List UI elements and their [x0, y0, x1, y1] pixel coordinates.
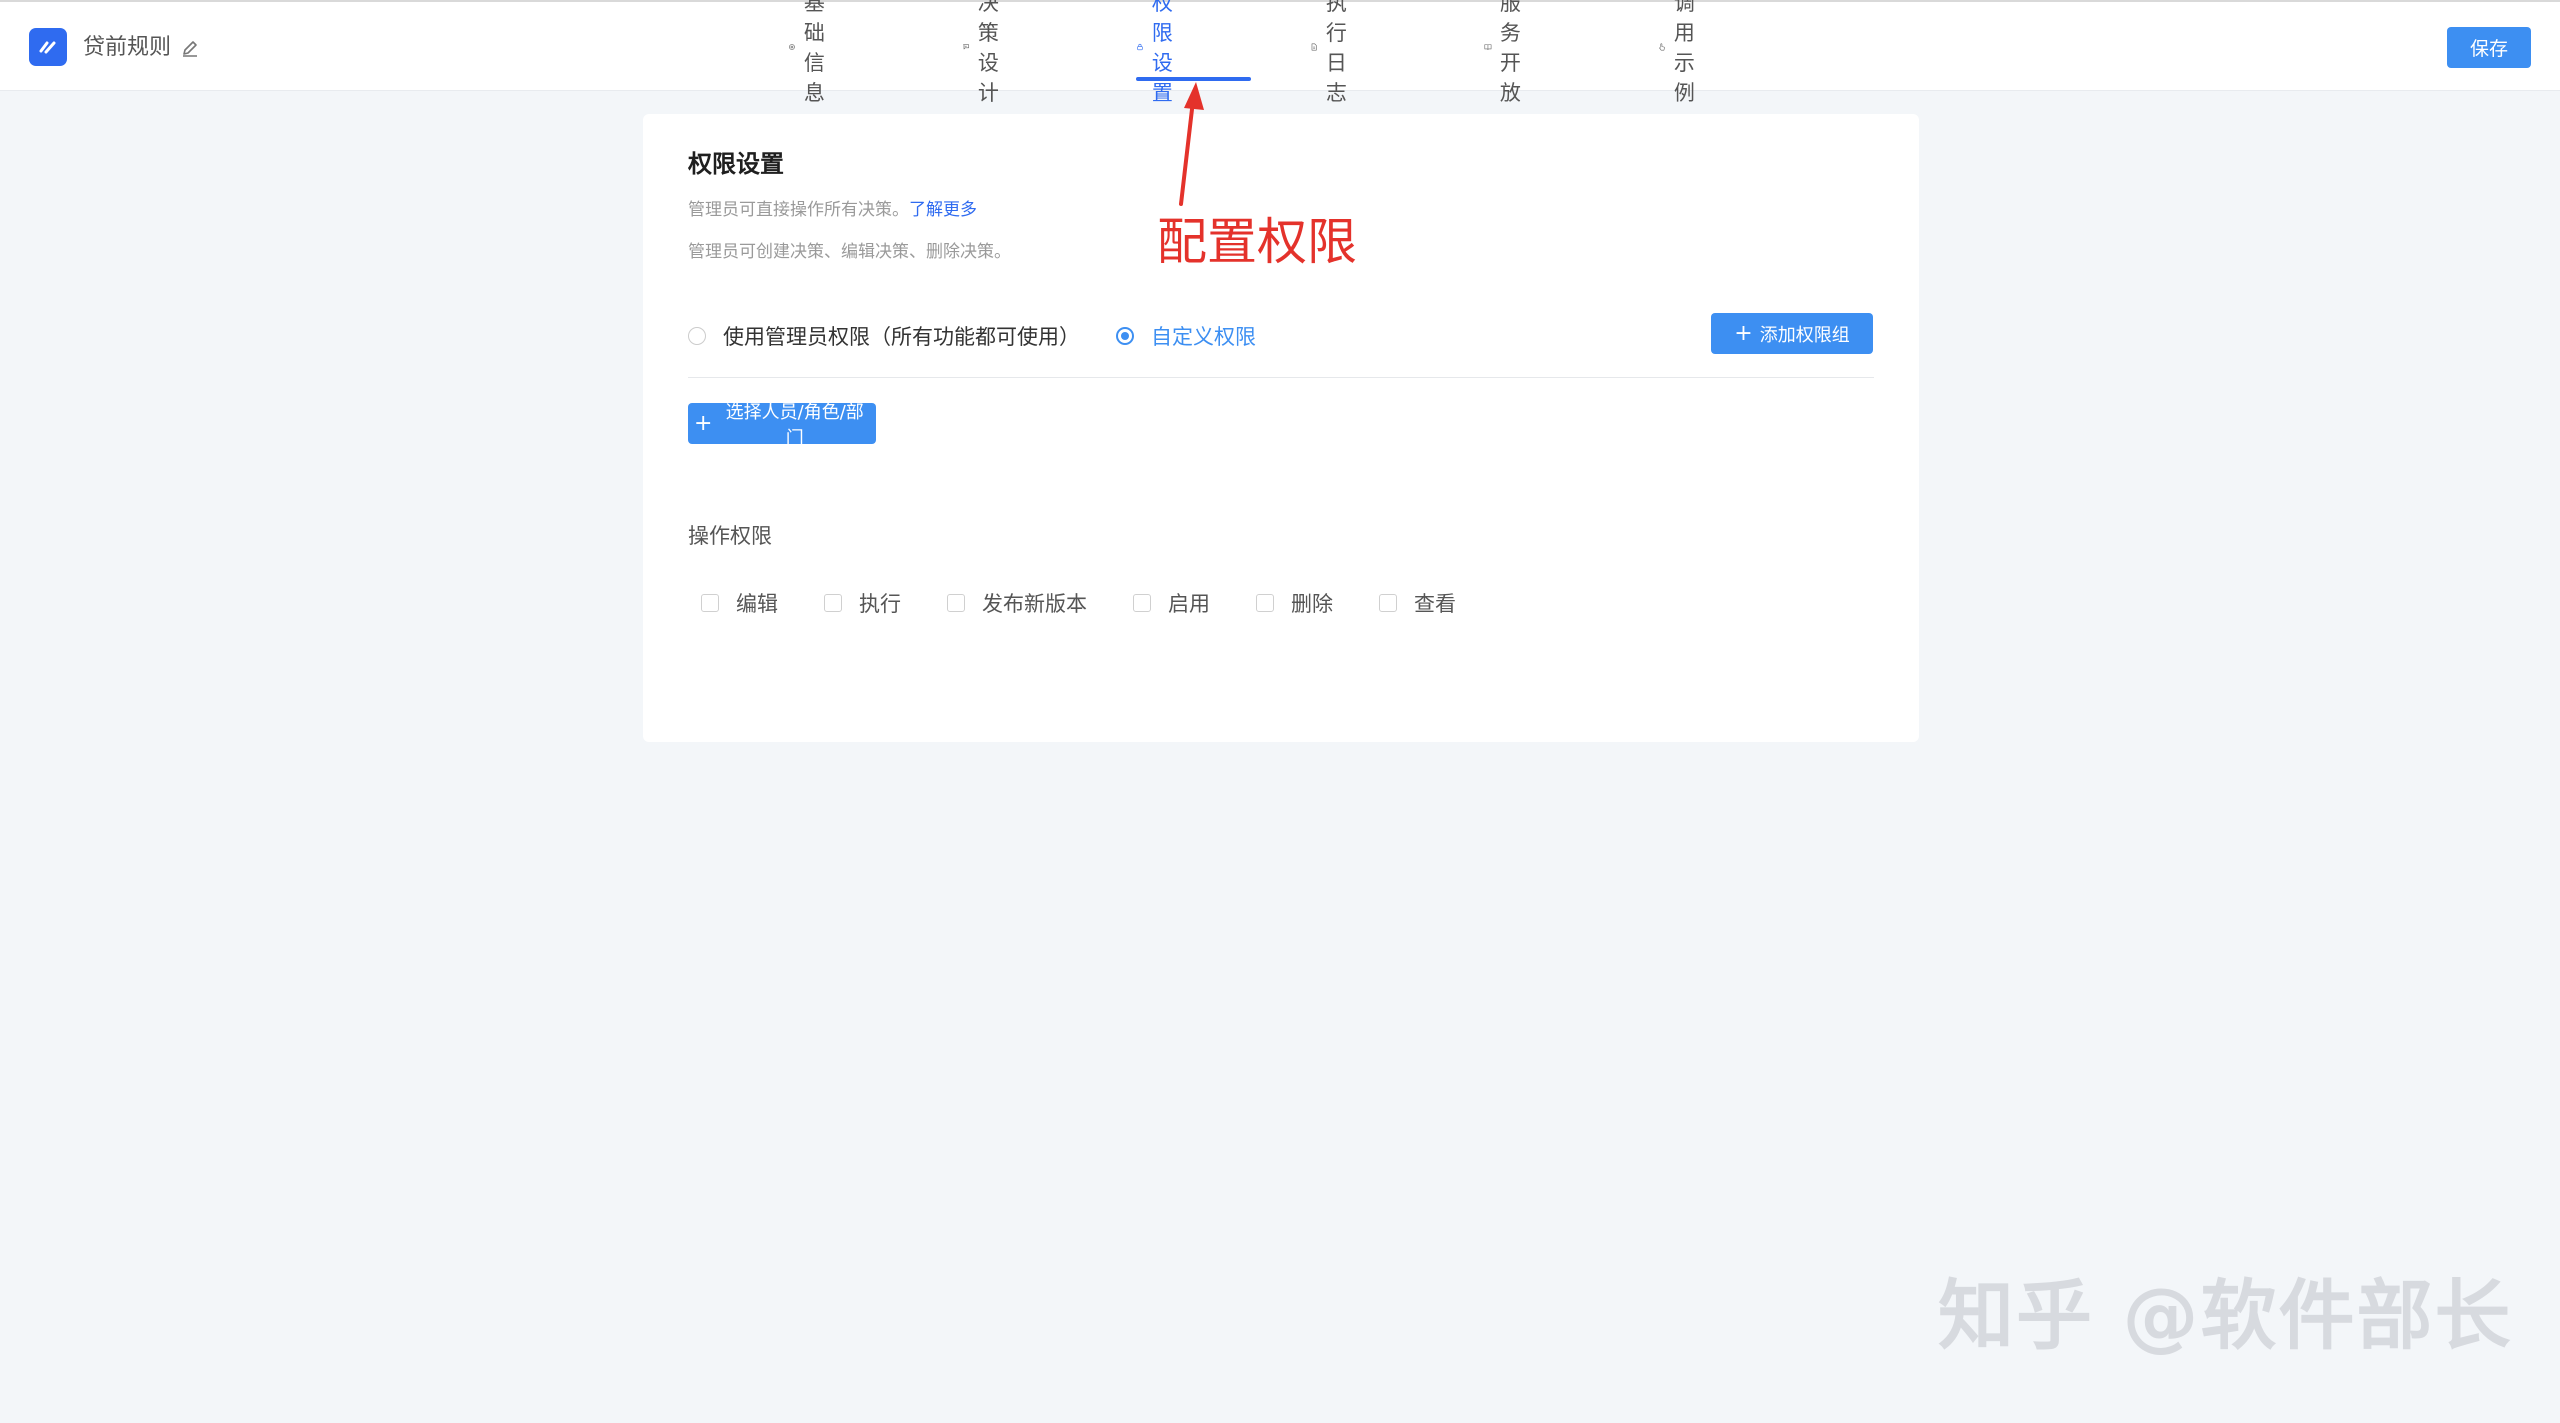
- flag-icon: [963, 43, 970, 49]
- checkbox-box[interactable]: [947, 594, 965, 612]
- add-permission-group-button[interactable]: + 添加权限组: [1711, 313, 1873, 354]
- page-title: 权限设置: [688, 150, 784, 178]
- checkbox-box[interactable]: [1379, 594, 1397, 612]
- checkbox-box[interactable]: [1133, 594, 1151, 612]
- gear-icon: [789, 43, 795, 50]
- tab-call-example[interactable]: 调用示例: [1658, 0, 1707, 105]
- watermark: 知乎 @软件部长: [1938, 1271, 2513, 1360]
- permission-card: 权限设置 管理员可直接操作所有决策。了解更多 管理员可创建决策、编辑决策、删除决…: [643, 114, 1919, 742]
- radio-custom-permission[interactable]: 自定义权限: [1116, 318, 1256, 354]
- checkbox-delete[interactable]: 删除: [1256, 585, 1333, 621]
- book-icon: [1484, 43, 1492, 50]
- tab-decision-design[interactable]: 决策设计: [962, 0, 1011, 105]
- divider: [688, 377, 1874, 378]
- edit-pencil-icon[interactable]: [180, 38, 200, 62]
- active-tab-indicator: [1136, 77, 1251, 81]
- operations-permission-label: 操作权限: [688, 524, 772, 548]
- plus-icon: +: [694, 410, 713, 436]
- radio-admin-permission[interactable]: 使用管理员权限（所有功能都可使用）: [688, 318, 1080, 354]
- admin-description-detail: 管理员可创建决策、编辑决策、删除决策。: [688, 242, 1011, 262]
- document-icon: [1311, 43, 1317, 50]
- checkbox-box[interactable]: [1256, 594, 1274, 612]
- annotation-text: 配置权限: [1157, 213, 1357, 271]
- plus-icon: +: [1734, 320, 1753, 346]
- tab-service-open[interactable]: 服务开放: [1484, 0, 1533, 105]
- checkbox-execute[interactable]: 执行: [824, 585, 901, 621]
- radio-button[interactable]: [688, 327, 706, 345]
- tab-execution-log[interactable]: 执行日志: [1310, 0, 1359, 105]
- app-logo-icon: [29, 28, 67, 66]
- checkbox-view[interactable]: 查看: [1379, 585, 1456, 621]
- app-name: 贷前规则: [83, 35, 172, 60]
- checkbox-enable[interactable]: 启用: [1133, 585, 1210, 621]
- top-bar: 贷前规则 基础信息 决策设计 权限设置 执行日志 服务开放 调用示例 保存: [0, 0, 2560, 105]
- checkbox-edit[interactable]: 编辑: [701, 585, 778, 621]
- permission-mode-radio-group: 使用管理员权限（所有功能都可使用） 自定义权限: [688, 318, 1878, 354]
- pointer-hand-icon: [1659, 42, 1665, 50]
- checkbox-box[interactable]: [824, 594, 842, 612]
- admin-description: 管理员可直接操作所有决策。了解更多: [688, 200, 977, 220]
- tab-basic-info[interactable]: 基础信息: [788, 0, 837, 105]
- learn-more-link[interactable]: 了解更多: [909, 200, 977, 220]
- select-member-role-dept-button[interactable]: + 选择人员/角色/部门: [688, 402, 876, 449]
- save-button[interactable]: 保存: [2447, 27, 2531, 68]
- radio-button-checked[interactable]: [1116, 327, 1134, 345]
- checkbox-box[interactable]: [701, 594, 719, 612]
- lock-icon: [1137, 43, 1143, 50]
- checkbox-publish-version[interactable]: 发布新版本: [947, 585, 1087, 621]
